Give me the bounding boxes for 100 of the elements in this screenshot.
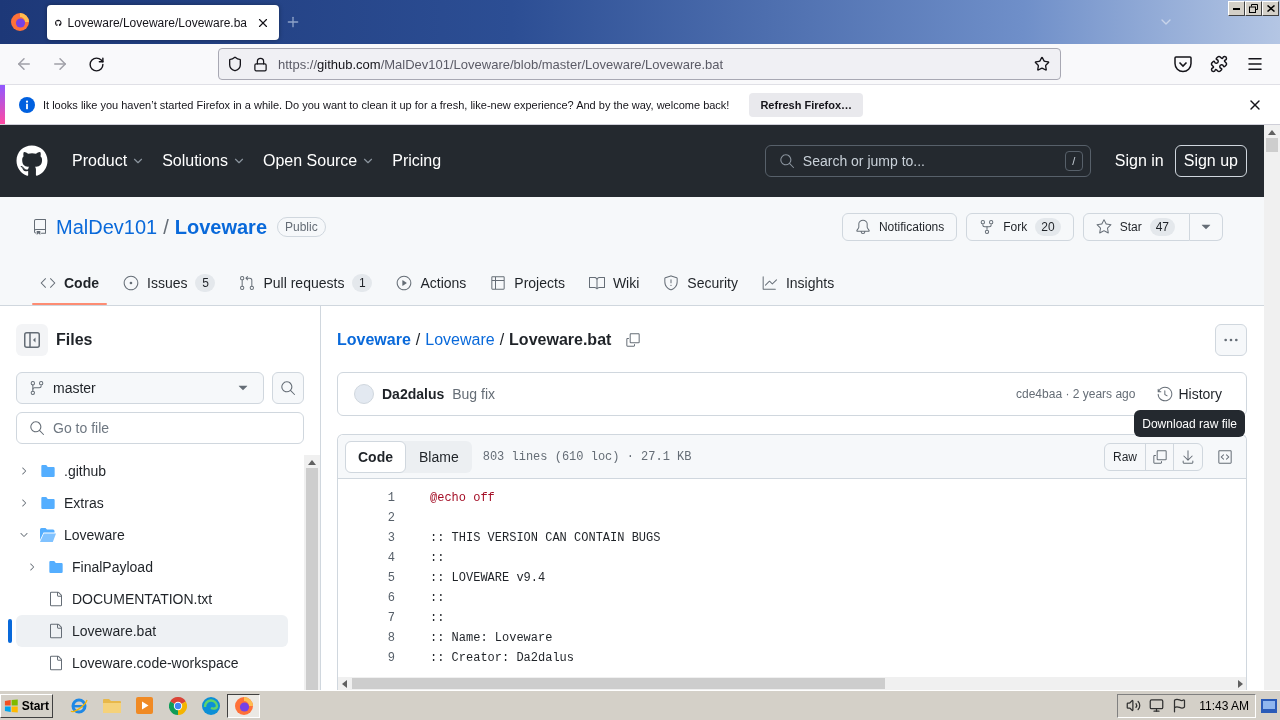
tooltip: Download raw file [1134,410,1245,437]
restore-button[interactable] [1245,1,1262,16]
flag-logo-icon [4,698,19,713]
repo-tab[interactable]: Security [655,261,746,305]
swirl-icon [201,696,220,715]
scrollbar-thumb[interactable] [352,678,885,689]
search-field[interactable]: Search or jump to... / [764,145,1091,177]
ring-orbit-icon [69,696,88,715]
show-desktop-button[interactable] [1260,696,1278,715]
sign-up-button[interactable]: Sign up [1174,145,1247,177]
file-stats: 803 lines (610 loc) · 27.1 KB [482,449,692,464]
folder-item[interactable]: .github [16,455,288,487]
repo-tab[interactable]: Issues 5 [115,261,224,305]
nav-menu[interactable]: Open Source [262,152,376,170]
pull-request-icon [239,275,256,291]
view-tab[interactable]: Code [345,440,406,473]
bookmark-button[interactable] [1032,54,1052,74]
repo-tab[interactable]: Wiki [580,261,648,305]
refresh-button[interactable]: Refresh Firefox… [749,92,864,117]
fork-icon [979,219,996,235]
breadcrumb-link[interactable]: Loveware [337,331,411,349]
table-icon [490,275,507,291]
code-line: @echo off [430,490,495,507]
repo-tab[interactable]: Pull requests 1 [231,261,381,305]
play-tile-icon [136,697,153,714]
current-file-name: Loveware.bat [509,331,612,349]
code-line: :: [430,550,445,567]
start-button[interactable]: Start [0,693,53,718]
nav-menu[interactable]: Product [72,152,146,170]
fork-count: 20 [1035,218,1061,236]
branch-select[interactable]: master [16,372,264,404]
folder-icon [40,495,56,511]
commit-message: Bug fix [452,386,496,402]
commit-author[interactable]: Da2dalus [382,386,445,402]
scroll-up-arrow-icon[interactable] [308,460,316,465]
scroll-up-arrow-icon[interactable] [1268,130,1276,135]
repo-tab[interactable]: Actions [388,261,475,305]
star-count: 47 [1149,218,1175,236]
sign-in-link[interactable]: Sign in [1114,152,1164,170]
code-line: :: THIS VERSION CAN CONTAIN BUGS [430,530,661,547]
minimize-icon [1233,7,1240,10]
search-icon [280,380,296,396]
nav-link[interactable]: Pricing [392,152,442,170]
nav-menu[interactable]: Solutions [162,152,246,170]
line-number: 5 [386,570,395,587]
scroll-right-arrow-icon[interactable] [1237,679,1243,688]
search-button[interactable] [272,372,304,404]
collapse-sidebar-button[interactable] [16,324,48,356]
flag-icon[interactable] [1172,698,1188,713]
repo-tab[interactable]: Insights [753,261,843,305]
cat-logo-icon[interactable] [16,145,48,177]
code-line: :: Name: Loveware [430,630,553,647]
avatar-icon [354,384,374,404]
pocket-icon [1174,55,1192,73]
line-number: 9 [386,650,395,667]
repo-tab[interactable]: Projects [482,261,573,305]
scrollbar-thumb[interactable] [306,468,318,690]
minimize-button[interactable] [1228,1,1245,16]
line-number: 7 [386,610,395,627]
url-field[interactable]: https://github.com/MalDev101/Loveware/blob/master/Loveware/Loveware.bat [278,56,1022,72]
history-button[interactable]: History [1157,386,1222,402]
taskbar-app-button[interactable] [227,693,260,718]
copy-icon [1151,448,1168,465]
reload-icon [87,55,105,73]
fork-button[interactable]: Fork 20 [966,213,1074,241]
breadcrumb-link[interactable]: Loveware [425,331,495,349]
monitor-icon[interactable] [1149,698,1165,713]
browser-tab[interactable]: Loveware/Loveware/Loveware.ba [47,5,279,40]
bell-icon [854,219,871,235]
open-folder-icon [40,528,56,542]
plus-icon [285,14,301,30]
line-number: 6 [386,590,395,607]
folder-item[interactable]: Extras [16,487,288,519]
flame-globe-icon[interactable] [11,13,29,31]
raw-button[interactable]: Raw [1105,443,1146,470]
speaker-icon[interactable] [1126,698,1142,713]
folder-item[interactable]: Loveware [16,519,288,551]
notification-message: It looks like you haven’t started Firefox in a while. Do you want to clean it up for a fresh, like-new experience? And by the way, welcome back! [43,98,730,111]
file-item[interactable]: Loveware.code-workspace [16,647,288,679]
view-tab[interactable]: Blame [406,440,472,473]
code-line: :: Creator: Da2dalus [430,650,575,667]
tab-count: 1 [352,274,373,292]
star-button[interactable]: Star 47 [1082,213,1190,241]
code-line: :: LOVEWARE v9.4 [430,570,546,587]
branch-icon [29,380,45,396]
close-window-button[interactable] [1262,1,1279,16]
sidebar-panel-icon [24,332,40,348]
file-item[interactable]: DOCUMENTATION.txt [16,583,288,615]
file-item[interactable]: Loveware.bat [16,615,288,647]
repo-link[interactable]: Loveware [174,215,267,239]
repo-tab[interactable]: Code [32,261,107,305]
go-to-file-field[interactable]: Go to file [16,412,304,444]
scroll-left-arrow-icon[interactable] [341,679,347,688]
star-menu-button[interactable] [1190,213,1223,241]
notifications-button[interactable]: Notifications [841,213,958,241]
graph-icon [761,275,778,291]
folder-item[interactable]: FinalPayload [16,551,288,583]
owner-link[interactable]: MalDev101 [56,215,158,239]
scrollbar-thumb[interactable] [1266,138,1278,152]
shield-icon [663,275,680,291]
